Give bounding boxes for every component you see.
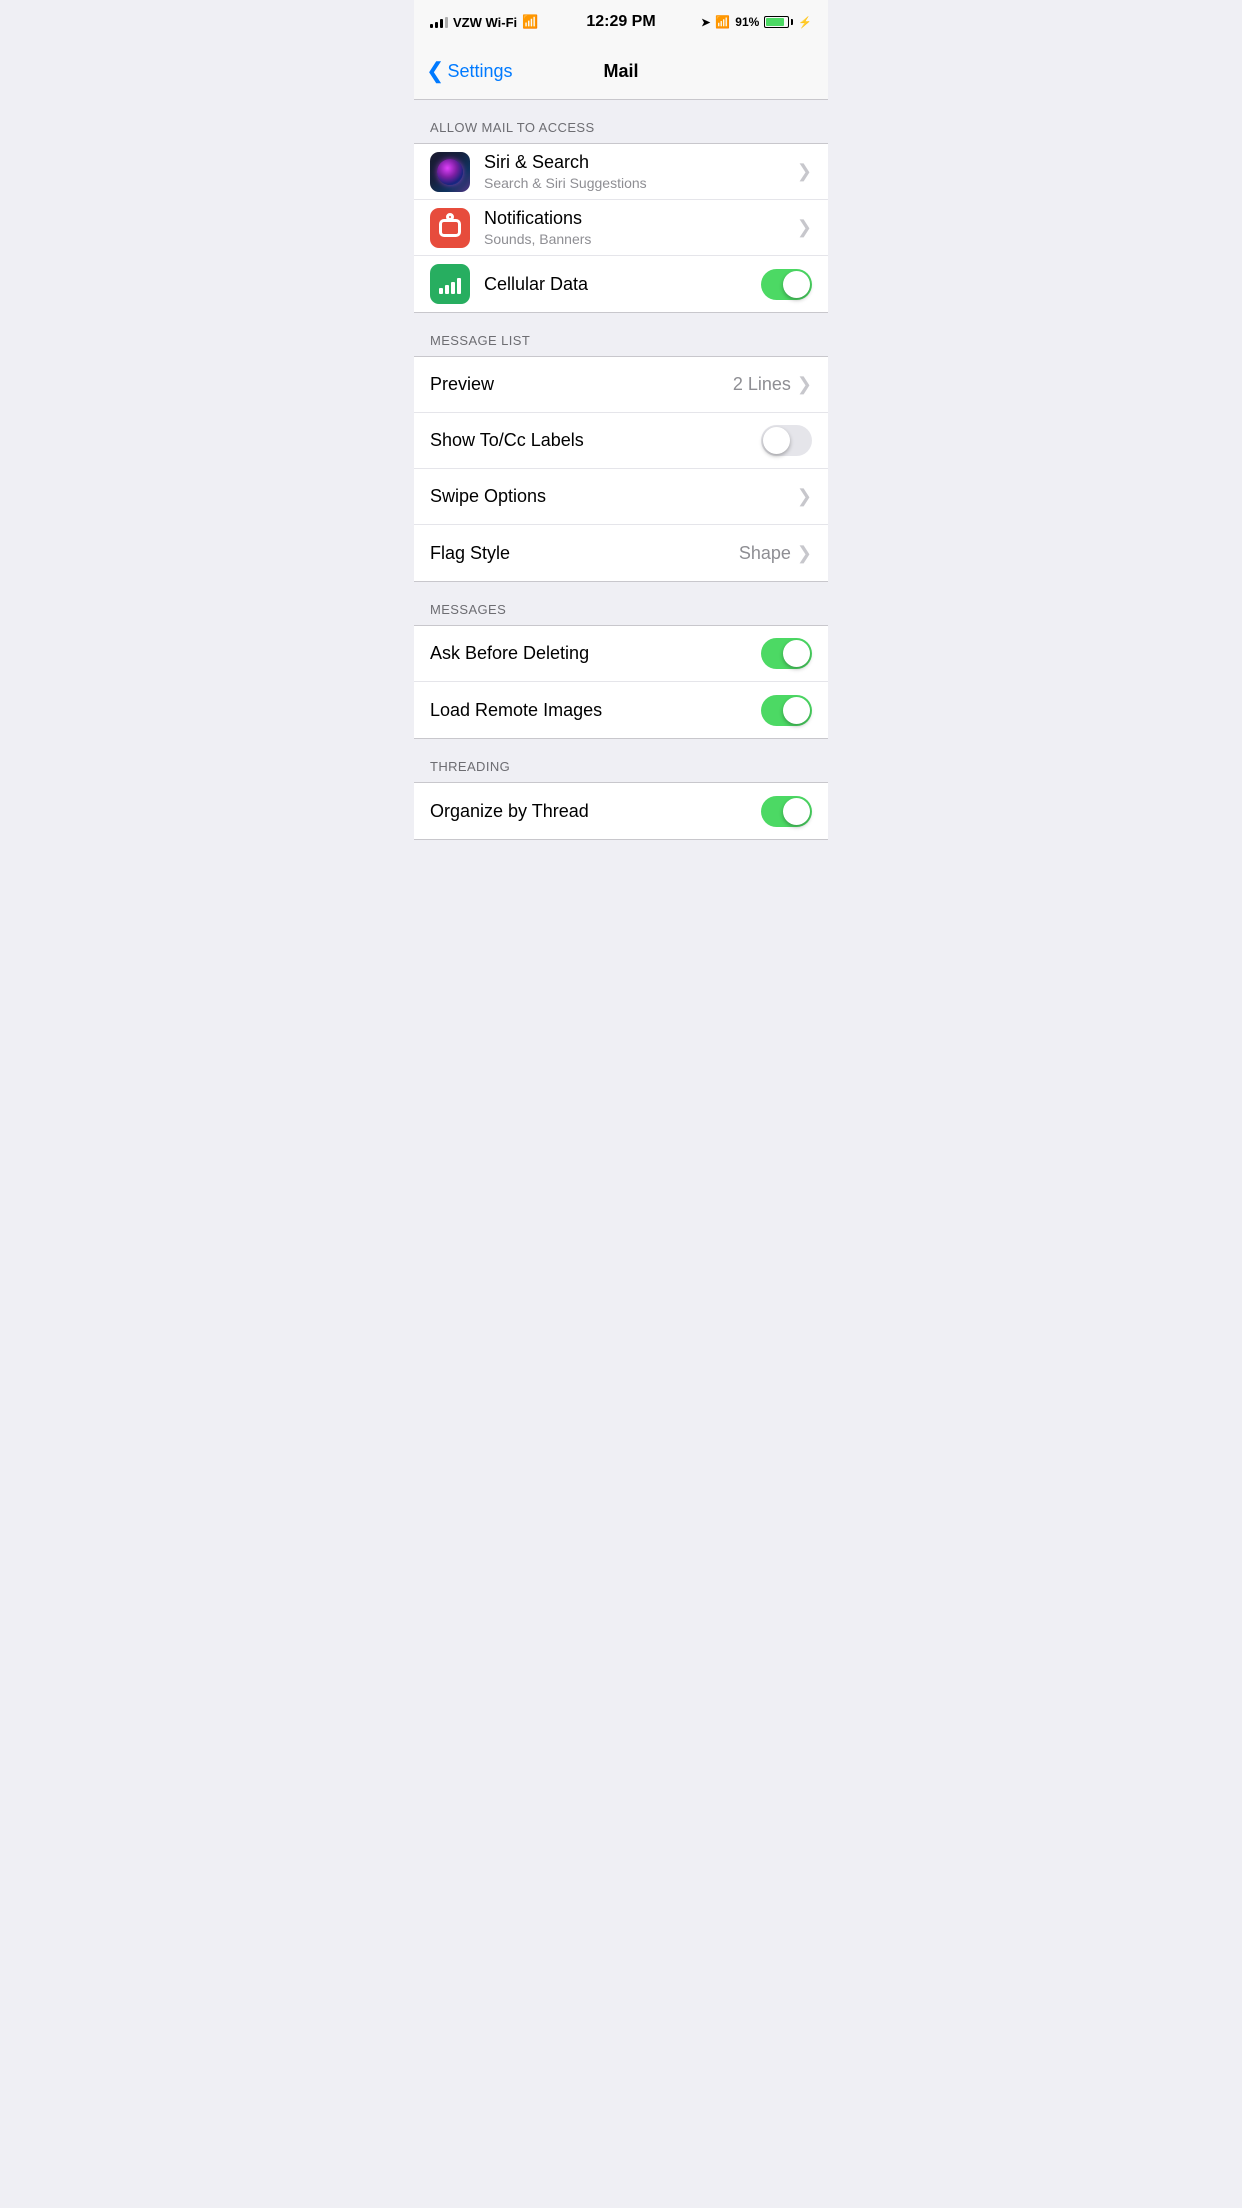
swipe-options-title: Swipe Options [430, 486, 546, 507]
notifications-item[interactable]: Notifications Sounds, Banners ❯ [414, 200, 828, 256]
organize-by-thread-title: Organize by Thread [430, 801, 589, 822]
organize-by-thread-right [761, 796, 812, 827]
siri-search-item[interactable]: Siri & Search Search & Siri Suggestions … [414, 144, 828, 200]
load-remote-images-right [761, 695, 812, 726]
organize-by-thread-item[interactable]: Organize by Thread [414, 783, 828, 839]
load-remote-images-toggle[interactable] [761, 695, 812, 726]
location-icon: ➤ [701, 16, 710, 29]
flag-style-right: Shape ❯ [739, 543, 812, 564]
back-button[interactable]: ❮ Settings [426, 61, 512, 82]
battery-percentage: 91% [735, 15, 759, 29]
show-tocc-title: Show To/Cc Labels [430, 430, 584, 451]
preview-title: Preview [430, 374, 494, 395]
siri-search-title: Siri & Search [484, 152, 797, 173]
flag-style-chevron-icon: ❯ [797, 543, 812, 564]
swipe-options-chevron-icon: ❯ [797, 486, 812, 507]
show-tocc-right [761, 425, 812, 456]
section-header-messages: MESSAGES [414, 582, 828, 625]
cellular-toggle-knob [783, 271, 810, 298]
page-title: Mail [603, 61, 638, 82]
siri-search-subtitle: Search & Siri Suggestions [484, 175, 797, 191]
section-header-message-list: MESSAGE LIST [414, 313, 828, 356]
bottom-spacer [414, 840, 828, 856]
signal-bar-4 [445, 17, 448, 28]
carrier-label: VZW Wi-Fi [453, 15, 517, 30]
status-right: ➤ 📶 91% ⚡ [701, 15, 812, 29]
notifications-title: Notifications [484, 208, 797, 229]
organize-by-thread-toggle-knob [783, 798, 810, 825]
section-header-allow-mail: ALLOW MAIL TO ACCESS [414, 100, 828, 143]
ask-before-deleting-title: Ask Before Deleting [430, 643, 589, 664]
signal-bar-3 [440, 19, 443, 28]
cellular-right [761, 269, 812, 300]
cellular-toggle[interactable] [761, 269, 812, 300]
flag-style-item[interactable]: Flag Style Shape ❯ [414, 525, 828, 581]
cellular-app-icon [430, 264, 470, 304]
wifi-icon: 📶 [522, 14, 538, 30]
siri-icon [430, 152, 470, 192]
swipe-options-item[interactable]: Swipe Options ❯ [414, 469, 828, 525]
preview-value: 2 Lines [733, 374, 791, 395]
battery-indicator [764, 16, 793, 28]
preview-item[interactable]: Preview 2 Lines ❯ [414, 357, 828, 413]
ask-before-deleting-right [761, 638, 812, 669]
back-chevron-icon: ❮ [426, 60, 444, 82]
notifications-chevron-icon: ❯ [797, 217, 812, 238]
notifications-app-icon [430, 208, 470, 248]
flag-style-title: Flag Style [430, 543, 510, 564]
message-list-group: Preview 2 Lines ❯ Show To/Cc Labels Swip… [414, 356, 828, 582]
notifications-subtitle: Sounds, Banners [484, 231, 797, 247]
notifications-right: ❯ [797, 217, 812, 238]
ask-before-deleting-toggle[interactable] [761, 638, 812, 669]
status-time: 12:29 PM [586, 13, 655, 31]
nav-bar: ❮ Settings Mail [414, 44, 828, 100]
back-label: Settings [447, 61, 512, 82]
siri-search-content: Siri & Search Search & Siri Suggestions [484, 152, 797, 191]
show-tocc-item[interactable]: Show To/Cc Labels [414, 413, 828, 469]
load-remote-images-item[interactable]: Load Remote Images [414, 682, 828, 738]
siri-search-chevron-icon: ❯ [797, 161, 812, 182]
cellular-content: Cellular Data [484, 274, 761, 295]
ask-before-deleting-item[interactable]: Ask Before Deleting [414, 626, 828, 682]
preview-chevron-icon: ❯ [797, 374, 812, 395]
load-remote-images-toggle-knob [783, 697, 810, 724]
signal-bar-2 [435, 22, 438, 28]
show-tocc-toggle[interactable] [761, 425, 812, 456]
cellular-data-item[interactable]: Cellular Data [414, 256, 828, 312]
cellular-title: Cellular Data [484, 274, 761, 295]
section-header-threading: THREADING [414, 739, 828, 782]
cellular-signal-icon [439, 274, 461, 294]
signal-bar-1 [430, 24, 433, 28]
allow-mail-group: Siri & Search Search & Siri Suggestions … [414, 143, 828, 313]
show-tocc-toggle-knob [763, 427, 790, 454]
notifications-content: Notifications Sounds, Banners [484, 208, 797, 247]
siri-orb [437, 159, 463, 185]
threading-group: Organize by Thread [414, 782, 828, 840]
signal-bars [430, 16, 448, 28]
swipe-options-right: ❯ [797, 486, 812, 507]
ask-before-deleting-toggle-knob [783, 640, 810, 667]
charging-icon: ⚡ [798, 16, 812, 29]
preview-right: 2 Lines ❯ [733, 374, 812, 395]
status-left: VZW Wi-Fi 📶 [430, 14, 538, 30]
bluetooth-icon: 📶 [715, 15, 730, 29]
organize-by-thread-toggle[interactable] [761, 796, 812, 827]
messages-group: Ask Before Deleting Load Remote Images [414, 625, 828, 739]
load-remote-images-title: Load Remote Images [430, 700, 602, 721]
status-bar: VZW Wi-Fi 📶 12:29 PM ➤ 📶 91% ⚡ [414, 0, 828, 44]
flag-style-value: Shape [739, 543, 791, 564]
siri-search-right: ❯ [797, 161, 812, 182]
